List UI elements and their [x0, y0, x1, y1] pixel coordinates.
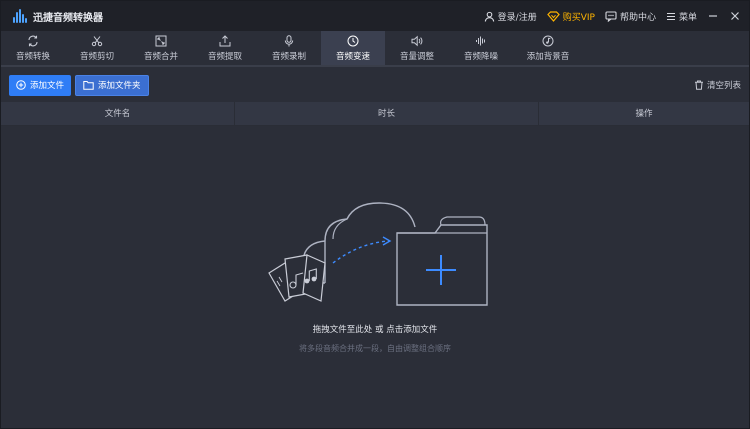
tab-label: 添加背景音 — [526, 51, 570, 62]
tab-audio-cut[interactable]: 音频剪切 — [65, 31, 129, 65]
speed-icon — [347, 35, 359, 46]
volume-icon — [411, 35, 423, 46]
tab-audio-merge[interactable]: 音频合并 — [129, 31, 193, 65]
close-button[interactable] — [729, 10, 741, 22]
vip-label: 购买VIP — [562, 12, 595, 23]
help-center-button[interactable]: 帮助中心 — [605, 10, 656, 23]
tab-label: 音频合并 — [143, 51, 178, 62]
help-label: 帮助中心 — [619, 12, 656, 23]
tab-label: 音频变速 — [335, 51, 370, 62]
tab-audio-speed[interactable]: 音频变速 — [321, 31, 385, 65]
drop-hint-main: 拖拽文件至此处 或 点击添加文件 — [312, 325, 438, 335]
extract-icon — [219, 34, 231, 46]
column-actions: 操作 — [635, 108, 653, 119]
login-label: 登录/注册 — [497, 12, 537, 23]
app-window: 迅捷音频转换器 登录/注册 购买VIP 帮助中心 菜单 音频转换 音频剪切 音频… — [0, 0, 750, 429]
tab-noise-reduction[interactable]: 音频降噪 — [449, 31, 513, 65]
tab-audio-extract[interactable]: 音频提取 — [193, 31, 257, 65]
tab-volume-adjust[interactable]: 音量调整 — [385, 31, 449, 65]
tab-audio-record[interactable]: 音频录制 — [257, 31, 321, 65]
login-button[interactable]: 登录/注册 — [484, 10, 537, 23]
user-icon — [484, 11, 494, 22]
tab-add-bgm[interactable]: 添加背景音 — [513, 31, 583, 65]
plus-circle-icon — [16, 80, 26, 90]
feature-toolbar: 音频转换 音频剪切 音频合并 音频提取 音频录制 音频变速 音量调整 音频降噪 — [1, 31, 749, 67]
scissors-icon — [91, 35, 103, 46]
add-folder-button[interactable]: 添加文件夹 — [75, 74, 149, 96]
folder-icon — [83, 81, 94, 90]
file-table-header: 文件名 时长 操作 — [1, 101, 749, 126]
title-actions: 登录/注册 购买VIP 帮助中心 菜单 — [484, 10, 741, 23]
tab-label: 音频转换 — [15, 51, 50, 62]
column-duration: 时长 — [235, 101, 539, 126]
tab-label: 音频剪切 — [79, 51, 114, 62]
title-bar: 迅捷音频转换器 登录/注册 购买VIP 帮助中心 菜单 — [1, 1, 749, 31]
drop-files-illustration[interactable] — [263, 197, 493, 317]
close-icon — [731, 12, 739, 20]
music-note-icon — [542, 35, 554, 46]
menu-button[interactable]: 菜单 — [666, 10, 697, 23]
minimize-icon — [709, 15, 717, 17]
trash-icon — [694, 80, 703, 90]
app-logo-icon — [13, 9, 27, 23]
vip-diamond-icon — [546, 10, 560, 22]
add-file-button[interactable]: 添加文件 — [9, 74, 72, 96]
add-file-label: 添加文件 — [30, 81, 65, 91]
tab-label: 音频提取 — [207, 51, 242, 62]
drop-hint-sub: 将多段音频合并成一段，自由调整组合顺序 — [299, 344, 451, 353]
hamburger-icon — [666, 12, 675, 20]
add-folder-label: 添加文件夹 — [98, 81, 141, 91]
menu-label: 菜单 — [678, 12, 697, 23]
tab-label: 音频降噪 — [463, 51, 498, 62]
buy-vip-button[interactable]: 购买VIP — [546, 10, 595, 23]
clear-list-button[interactable]: 清空列表 — [694, 79, 741, 91]
merge-icon — [155, 35, 167, 46]
tab-label: 音量调整 — [399, 51, 434, 62]
chat-icon — [605, 10, 617, 22]
tab-label: 音频录制 — [271, 51, 306, 62]
mic-icon — [284, 34, 294, 46]
action-bar: 添加文件 添加文件夹 清空列表 — [1, 69, 749, 101]
clear-list-label: 清空列表 — [706, 81, 741, 91]
noise-icon — [476, 36, 485, 45]
tab-audio-convert[interactable]: 音频转换 — [1, 31, 65, 65]
column-filename: 文件名 — [1, 101, 235, 126]
convert-icon — [28, 35, 38, 46]
minimize-button[interactable] — [707, 10, 719, 22]
app-title: 迅捷音频转换器 — [33, 12, 103, 24]
